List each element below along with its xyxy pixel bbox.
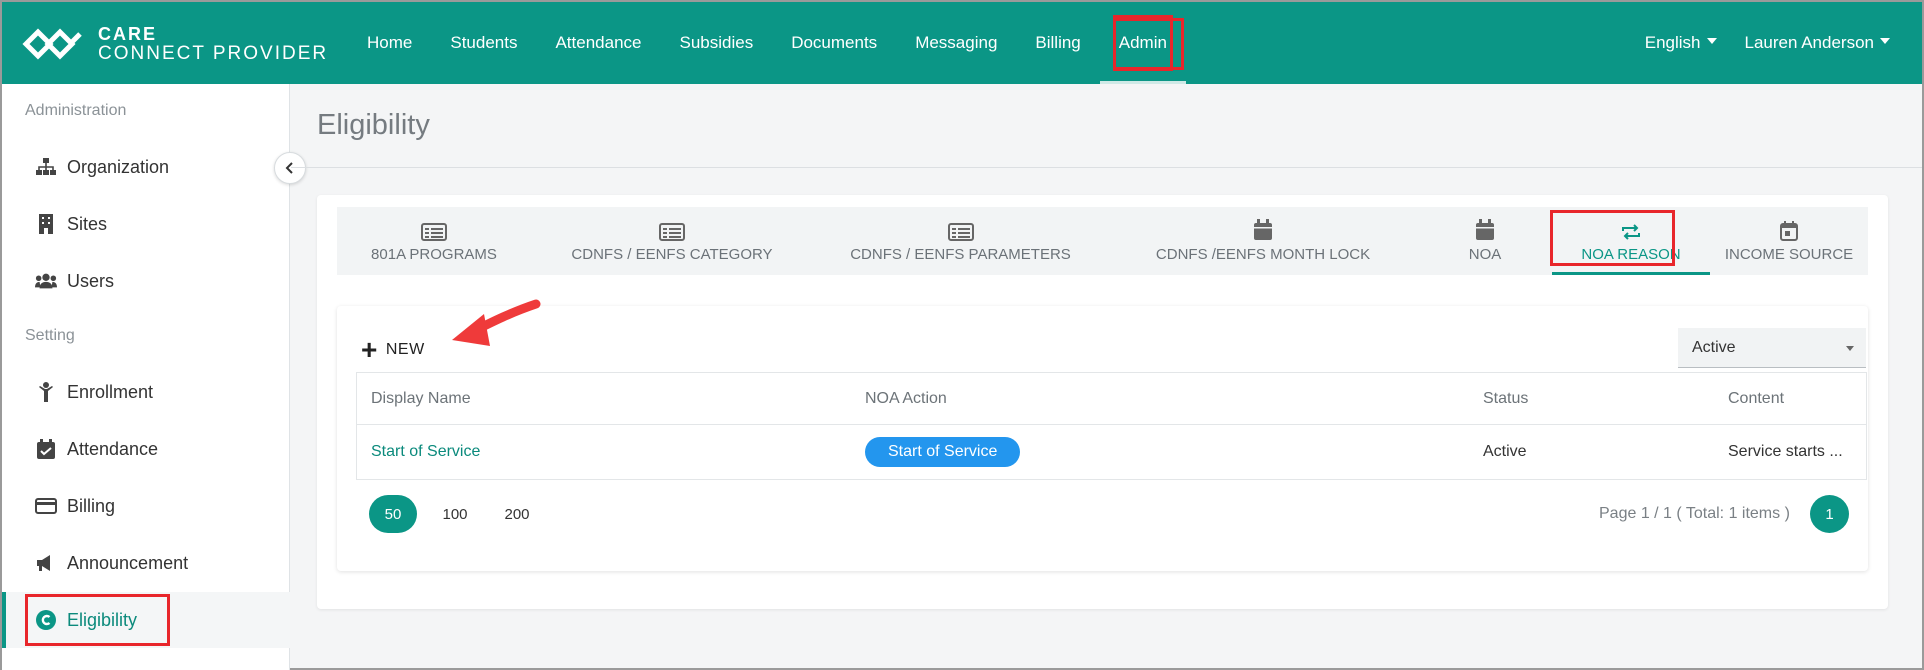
new-button[interactable]: + NEW: [361, 336, 425, 364]
sidebar-item-organization[interactable]: Organization: [2, 139, 290, 195]
nav-students[interactable]: Students: [431, 2, 536, 84]
sidebar-item-users[interactable]: Users: [2, 253, 290, 309]
nav-messaging[interactable]: Messaging: [896, 2, 1016, 84]
calendar-day-icon: [1780, 219, 1798, 241]
logo[interactable]: CARE CONNECT PROVIDER: [22, 24, 328, 64]
table-icon: [947, 219, 974, 241]
highlight-box: [1113, 18, 1184, 70]
nav-right: English Lauren Anderson: [1631, 2, 1904, 84]
page-size-200[interactable]: 200: [493, 495, 541, 533]
page-number-button[interactable]: 1: [1810, 495, 1849, 533]
main-nav: Home Students Attendance Subsidies Docum…: [348, 2, 1187, 84]
sidebar-item-sites[interactable]: Sites: [2, 196, 290, 252]
content-cell: Service starts ...: [1728, 443, 1843, 460]
column-header-content[interactable]: Content: [1714, 390, 1864, 408]
user-name: Lauren Anderson: [1744, 33, 1875, 52]
sidebar-item-label: Organization: [67, 156, 170, 177]
status-filter-value: Active: [1692, 339, 1736, 356]
divider: [291, 167, 1922, 168]
table-header: Display Name NOA Action Status Content: [357, 373, 1866, 425]
highlight-box: [25, 594, 170, 646]
display-name-link[interactable]: Start of Service: [371, 443, 480, 460]
sidebar-item-label: Attendance: [67, 438, 159, 459]
nav-billing[interactable]: Billing: [1016, 2, 1099, 84]
tab-label: CDNFS /EENFS MONTH LOCK: [1155, 246, 1371, 263]
user-dropdown[interactable]: Lauren Anderson: [1731, 2, 1905, 84]
sidebar-item-attendance[interactable]: Attendance: [2, 421, 290, 477]
child-icon: [35, 381, 57, 403]
credit-card-icon: [35, 495, 57, 517]
tab-label: NOA: [1468, 246, 1502, 263]
table-icon: [421, 219, 447, 241]
tab-noa[interactable]: NOA: [1418, 207, 1552, 275]
calendar-icon: [1253, 219, 1273, 241]
section-setting: Setting: [25, 327, 75, 344]
caret-down-icon: [1846, 346, 1854, 351]
sidebar-item-billing[interactable]: Billing: [2, 478, 290, 534]
sidebar: Administration Organization Sites Users …: [2, 84, 290, 670]
page-info: Page 1 / 1 ( Total: 1 items ): [1599, 505, 1790, 522]
table-row: Start of Service Start of Service Active…: [357, 425, 1866, 479]
column-header-display-name[interactable]: Display Name: [357, 390, 851, 408]
sidebar-item-label: Users: [67, 270, 115, 291]
caret-down-icon: [1880, 37, 1890, 44]
calendar-icon: [1475, 219, 1495, 241]
sidebar-item-label: Announcement: [67, 552, 189, 573]
tab-cdnfs-eenfs-category[interactable]: CDNFS / EENFS CATEGORY: [531, 207, 813, 275]
tab-label: 801A PROGRAMS: [371, 246, 497, 263]
status-filter-select[interactable]: Active: [1678, 328, 1866, 368]
noa-reason-panel: + NEW Active Display Name NOA Action Sta…: [337, 299, 1868, 571]
nav-attendance[interactable]: Attendance: [536, 2, 660, 84]
nav-documents[interactable]: Documents: [772, 2, 896, 84]
sidebar-item-announcement[interactable]: Announcement: [2, 535, 290, 591]
sidebar-item-label: Sites: [67, 213, 108, 234]
section-administration: Administration: [25, 102, 127, 119]
page-size-selector: 50 100 200: [369, 495, 555, 533]
language-dropdown[interactable]: English: [1631, 2, 1731, 84]
table-icon: [659, 219, 685, 241]
nav-home[interactable]: Home: [348, 2, 431, 84]
main-content: Eligibility 801A PROGRAMS CDNFS / EENFS …: [291, 84, 1922, 670]
status-cell: Active: [1483, 443, 1527, 460]
building-icon: [35, 213, 57, 235]
logo-line1: CARE: [98, 24, 158, 44]
calendar-check-icon: [35, 438, 57, 460]
noa-action-badge: Start of Service: [865, 437, 1021, 467]
eligibility-card: 801A PROGRAMS CDNFS / EENFS CATEGORY CDN…: [317, 195, 1888, 609]
nav-subsidies[interactable]: Subsidies: [660, 2, 772, 84]
page-title: Eligibility: [317, 109, 430, 141]
caret-down-icon: [1706, 37, 1717, 44]
tab-label: CDNFS / EENFS PARAMETERS: [850, 246, 1071, 263]
tab-label: CDNFS / EENFS CATEGORY: [571, 246, 773, 263]
page-size-50[interactable]: 50: [369, 495, 417, 533]
tab-cdnfs-eenfs-parameters[interactable]: CDNFS / EENFS PARAMETERS: [813, 207, 1108, 275]
sidebar-item-label: Billing: [67, 495, 116, 516]
tab-801a-programs[interactable]: 801A PROGRAMS: [337, 207, 531, 275]
top-navbar: CARE CONNECT PROVIDER Home Students Atte…: [2, 2, 1922, 84]
tab-label: INCOME SOURCE: [1724, 246, 1854, 263]
column-header-status[interactable]: Status: [1469, 390, 1714, 408]
noa-reason-table: Display Name NOA Action Status Content S…: [356, 372, 1867, 480]
logo-text: CARE CONNECT PROVIDER: [98, 24, 329, 64]
sidebar-item-enrollment[interactable]: Enrollment: [2, 364, 290, 420]
annotation-arrow-icon: [452, 299, 541, 346]
tab-income-source[interactable]: INCOME SOURCE: [1710, 207, 1868, 275]
plus-icon: +: [361, 334, 378, 365]
tab-cdnfs-eenfs-month-lock[interactable]: CDNFS /EENFS MONTH LOCK: [1108, 207, 1418, 275]
sitemap-icon: [35, 156, 57, 178]
megaphone-icon: [35, 552, 57, 574]
highlight-box: [1550, 210, 1675, 266]
new-button-label: NEW: [385, 341, 425, 358]
logo-icon: [22, 28, 82, 60]
users-icon: [35, 270, 57, 292]
logo-line2: CONNECT PROVIDER: [98, 43, 329, 64]
language-label: English: [1644, 33, 1701, 52]
sidebar-item-label: Enrollment: [67, 381, 154, 402]
page-size-100[interactable]: 100: [431, 495, 479, 533]
column-header-noa-action[interactable]: NOA Action: [851, 390, 1469, 408]
